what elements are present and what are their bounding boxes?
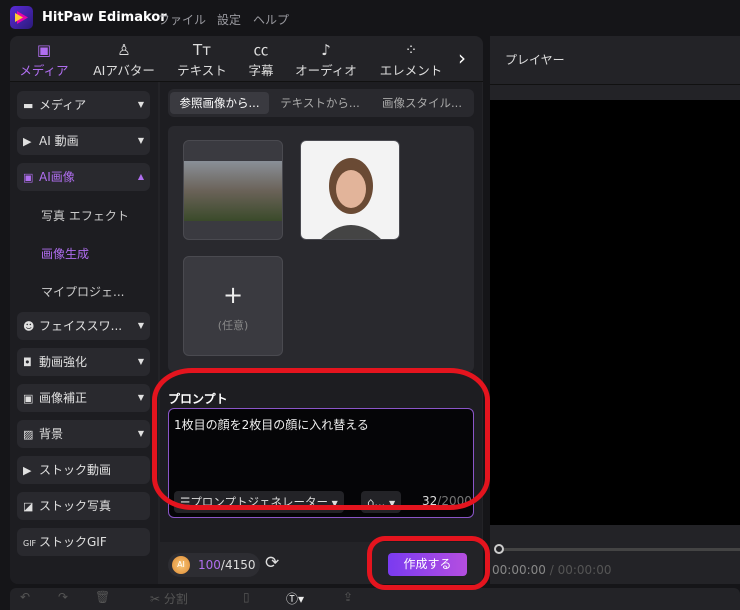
- tab-label: 字幕: [248, 63, 274, 78]
- label: ストック動画: [39, 463, 112, 477]
- video-icon: ◘: [23, 356, 32, 369]
- image-icon: ▣: [36, 41, 52, 59]
- menu-help[interactable]: ヘルプ: [253, 11, 289, 28]
- tab-label: テキスト: [177, 63, 227, 78]
- chevron-right-icon[interactable]: ›: [458, 46, 466, 70]
- sidebar-item-video-enhance[interactable]: ◘ 動画強化 ▼: [17, 348, 150, 376]
- video-preview: [490, 100, 740, 525]
- text-tool-icon[interactable]: Ⓣ▾: [286, 590, 304, 607]
- undo-icon[interactable]: ↶: [20, 590, 30, 604]
- segment-reference[interactable]: 参照画像から...: [170, 92, 269, 114]
- clip-icon[interactable]: ▯: [243, 590, 250, 604]
- credits-used: 100: [198, 558, 221, 572]
- segment-text[interactable]: テキストから...: [272, 92, 368, 114]
- label: メディア: [39, 98, 87, 112]
- caret-down-icon: ▼: [137, 321, 144, 330]
- export-icon[interactable]: ⇪: [343, 590, 353, 604]
- player-title: プレイヤー: [505, 53, 565, 67]
- add-image-button[interactable]: + (任意): [183, 256, 283, 356]
- sidebar-item-ai-image[interactable]: ▣ AI画像 ▲: [17, 163, 150, 191]
- sub-photo-effect[interactable]: 写真 エフェクト: [41, 207, 129, 224]
- folder-icon: ▬: [23, 99, 34, 112]
- sidebar-item-image-correct[interactable]: ▣ 画像補正 ▼: [17, 384, 150, 412]
- tab-elements[interactable]: ⁘ エレメント: [376, 40, 446, 79]
- tab-label: AIアバター: [93, 63, 155, 78]
- sidebar-item-face-swap[interactable]: ☻ フェイススワ... ▼: [17, 312, 150, 340]
- avatar-icon: ♙: [117, 41, 131, 59]
- redo-icon[interactable]: ↷: [58, 590, 68, 604]
- refresh-icon[interactable]: ⟳: [265, 553, 279, 573]
- play-icon: ▶: [23, 464, 32, 477]
- time-display: 00:00:00 / 00:00:00: [492, 563, 612, 577]
- label: 画像補正: [39, 391, 88, 405]
- tab-ai-avatar[interactable]: ♙ AIアバター: [87, 40, 161, 79]
- gif-icon: GIF: [23, 539, 37, 548]
- cc-icon: ㏄: [253, 41, 269, 59]
- optional-label: (任意): [217, 319, 249, 332]
- credits-total: /4150: [220, 558, 256, 572]
- app-title: HitPaw Edimakor: [42, 10, 167, 25]
- image-icon: ▣: [23, 171, 34, 184]
- label: AI 動画: [39, 134, 79, 148]
- reference-image-1[interactable]: [183, 140, 283, 240]
- ai-coin-icon: AI: [172, 556, 190, 574]
- sidebar-item-stock-photo[interactable]: ◪ ストック写真: [17, 492, 150, 520]
- sidebar-item-background[interactable]: ▨ 背景 ▼: [17, 420, 150, 448]
- tab-label: エレメント: [379, 63, 443, 78]
- label: フェイススワ...: [39, 319, 123, 333]
- sidebar-item-ai-video[interactable]: ▶ AI 動画 ▼: [17, 127, 150, 155]
- playhead[interactable]: [494, 544, 504, 554]
- app-logo: [10, 6, 33, 29]
- duration: / 00:00:00: [549, 563, 612, 577]
- label: AI画像: [39, 170, 75, 184]
- reference-image-2[interactable]: [300, 140, 400, 240]
- plus-icon: +: [222, 281, 244, 309]
- tab-subtitles[interactable]: ㏄字幕: [226, 40, 296, 79]
- label: ストック写真: [39, 499, 112, 513]
- label: 分割: [163, 592, 188, 606]
- delete-icon[interactable]: 🗑: [95, 590, 110, 604]
- sidebar-item-media[interactable]: ▬ メディア ▼: [17, 91, 150, 119]
- video-icon: ▶: [23, 135, 32, 148]
- playback-slider[interactable]: [496, 548, 740, 551]
- tab-label: メディア: [19, 63, 69, 78]
- caret-down-icon: ▼: [137, 429, 144, 438]
- elements-icon: ⁘: [404, 41, 418, 59]
- sidebar-item-stock-video[interactable]: ▶ ストック動画: [17, 456, 150, 484]
- label: ストックGIF: [39, 535, 107, 549]
- caret-up-icon: ▲: [137, 172, 144, 181]
- caret-down-icon: ▼: [137, 357, 144, 366]
- sub-my-projects[interactable]: マイプロジェ...: [41, 283, 124, 300]
- photo-icon: ◪: [23, 500, 34, 513]
- face-icon: ☻: [23, 320, 35, 333]
- tab-audio[interactable]: ♪ オーディオ: [291, 40, 361, 79]
- label: 動画強化: [39, 355, 88, 369]
- image-icon: ▣: [23, 392, 34, 405]
- split-button[interactable]: ✂ 分割: [150, 590, 188, 607]
- highlight-prompt-annotation: [152, 368, 490, 510]
- caret-down-icon: ▼: [137, 136, 144, 145]
- tab-label: オーディオ: [295, 63, 357, 78]
- tab-media[interactable]: ▣ メディア: [9, 40, 79, 79]
- caret-down-icon: ▼: [137, 100, 144, 109]
- menu-file[interactable]: ファイル: [158, 11, 206, 28]
- label: 背景: [39, 427, 64, 441]
- segment-style[interactable]: 画像スタイル...: [372, 92, 472, 114]
- background-icon: ▨: [23, 428, 34, 441]
- menu-settings[interactable]: 設定: [217, 11, 241, 28]
- sidebar-item-stock-gif[interactable]: GIF ストックGIF: [17, 528, 150, 556]
- highlight-button-annotation: [367, 536, 490, 590]
- divider: [490, 84, 740, 85]
- bottom-toolbar: ↶ ↷ 🗑 ✂ 分割 ▯ Ⓣ▾ ⇪: [10, 588, 740, 610]
- current-time: 00:00:00: [492, 563, 546, 577]
- music-icon: ♪: [321, 41, 331, 59]
- sub-image-generation[interactable]: 画像生成: [41, 245, 89, 262]
- caret-down-icon: ▼: [137, 393, 144, 402]
